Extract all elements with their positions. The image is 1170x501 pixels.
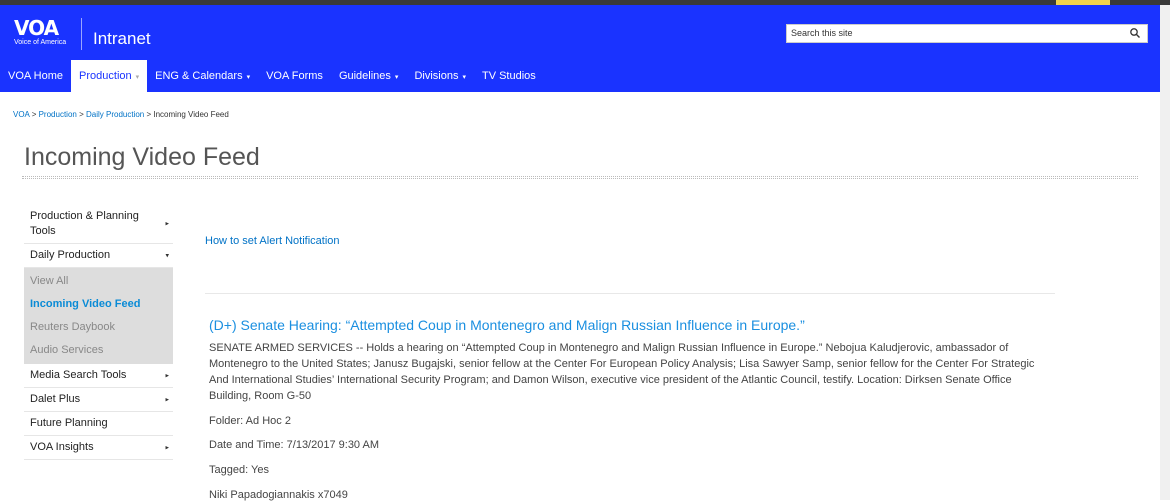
sidebar-subitem-incoming-video-feed[interactable]: Incoming Video Feed	[24, 293, 173, 316]
feed-contact: Niki Papadogiannakis x7049	[209, 489, 348, 501]
sidebar-item-label: Daily Production	[30, 249, 111, 261]
app-title[interactable]: Intranet	[93, 29, 151, 49]
breadcrumb-voa[interactable]: VOA	[13, 110, 29, 119]
sidebar-item-label: Dalet Plus	[30, 393, 81, 405]
breadcrumb-separator: >	[79, 110, 84, 119]
chevron-right-icon: ▸	[165, 372, 169, 379]
title-divider	[22, 176, 1138, 179]
alert-notification-link[interactable]: How to set Alert Notification	[205, 235, 340, 247]
feed-title-link[interactable]: (D+) Senate Hearing: “Attempted Coup in …	[209, 317, 805, 333]
sidebar-item-daily-production[interactable]: Daily Production ▾	[24, 244, 173, 268]
chevron-down-icon: ▾	[246, 74, 251, 81]
chevron-down-icon: ▾	[394, 74, 399, 81]
feed-tagged: Tagged: Yes	[209, 464, 269, 476]
chevron-down-icon: ▾	[135, 74, 140, 81]
sidebar-item-label: Production & Planning Tools	[30, 210, 139, 237]
main-nav: VOA Home Production ▾ ENG & Calendars ▾ VO…	[0, 60, 1170, 92]
search-placeholder: Search this site	[791, 28, 853, 38]
nav-eng-calendars[interactable]: ENG & Calendars ▾	[147, 60, 258, 92]
sidebar-subitem-reuters-daybook[interactable]: Reuters Daybook	[24, 316, 173, 339]
scrollbar[interactable]	[1160, 5, 1170, 500]
feed-description: SENATE ARMED SERVICES -- Holds a hearing…	[209, 342, 1035, 402]
chevron-right-icon: ▸	[165, 220, 169, 228]
sidebar-subitem-view-all[interactable]: View All	[24, 268, 173, 293]
breadcrumb-separator: >	[146, 110, 152, 119]
feed-folder: Folder: Ad Hoc 2	[209, 415, 291, 427]
site-header: VOA Voice of America Intranet Search thi…	[0, 5, 1170, 60]
sidebar-item-label: Future Planning	[30, 417, 108, 429]
sidebar-item-label: VOA Insights	[30, 441, 94, 453]
chevron-right-icon: ▸	[165, 396, 169, 403]
nav-guidelines[interactable]: Guidelines ▾	[331, 60, 407, 92]
breadcrumb-current: Incoming Video Feed	[153, 110, 229, 119]
sidebar-item-label: Media Search Tools	[30, 369, 127, 381]
sidebar-item-voa-insights[interactable]: VOA Insights ▸	[24, 436, 173, 460]
search-input[interactable]: Search this site	[786, 24, 1148, 43]
nav-voa-home[interactable]: VOA Home	[0, 60, 71, 92]
content-divider	[205, 293, 1055, 294]
sidebar-item-future-planning[interactable]: Future Planning	[24, 412, 173, 436]
logo-subtext: Voice of America	[14, 39, 67, 46]
breadcrumb-daily-production[interactable]: Daily Production	[86, 110, 144, 119]
sidebar-subitem-audio-services[interactable]: Audio Services	[24, 339, 173, 364]
chevron-down-icon: ▾	[462, 74, 466, 81]
page-title: Incoming Video Feed	[24, 143, 260, 171]
voa-logo[interactable]: VOA Voice of America	[14, 17, 72, 57]
chevron-down-icon: ▾	[165, 252, 169, 259]
sidebar-nav: Production & Planning Tools ▸ Daily Produ…	[24, 205, 173, 460]
chevron-right-icon: ▸	[165, 444, 169, 451]
breadcrumb-separator: >	[31, 110, 37, 119]
breadcrumb-production[interactable]: Production	[39, 110, 77, 119]
nav-voa-forms[interactable]: VOA Forms	[258, 60, 331, 92]
search-icon[interactable]	[1129, 27, 1141, 39]
feed-datetime: Date and Time: 7/13/2017 9:30 AM	[209, 439, 380, 451]
sidebar-item-dalet-plus[interactable]: Dalet Plus ▸	[24, 388, 173, 412]
sidebar-item-production-planning-tools[interactable]: Production & Planning Tools ▸	[24, 205, 173, 244]
header-divider	[81, 18, 82, 50]
nav-divisions[interactable]: Divisions ▾	[406, 60, 474, 92]
nav-tv-studios[interactable]: TV Studios	[474, 60, 544, 92]
logo-text: VOA	[14, 16, 59, 40]
sidebar-item-media-search-tools[interactable]: Media Search Tools ▸	[24, 364, 173, 388]
nav-production[interactable]: Production ▾	[71, 60, 148, 92]
breadcrumb: VOA > Production > Daily Production > In…	[13, 110, 229, 119]
